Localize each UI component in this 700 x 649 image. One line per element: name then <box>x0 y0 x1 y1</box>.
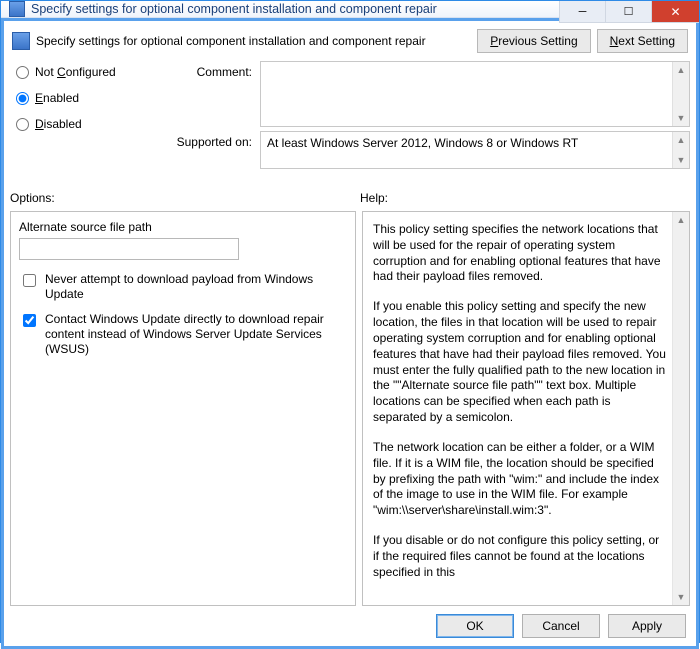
scroll-down-icon[interactable]: ▼ <box>673 589 689 605</box>
alt-path-label: Alternate source file path <box>19 220 347 234</box>
state-radio-group: Not Configured Enabled Disabled <box>10 61 160 173</box>
supported-row: Supported on: At least Windows Server 20… <box>160 131 690 169</box>
dialog-buttons: OK Cancel Apply <box>10 606 690 640</box>
window-title: Specify settings for optional component … <box>31 2 437 16</box>
help-header: Help: <box>360 191 388 205</box>
options-header: Options: <box>10 191 360 205</box>
radio-enabled[interactable]: Enabled <box>16 91 160 105</box>
scrollbar[interactable]: ▲ ▼ <box>672 132 689 168</box>
minimize-button[interactable] <box>559 1 605 23</box>
scrollbar[interactable]: ▲ ▼ <box>672 62 689 126</box>
client-area: Specify settings for optional component … <box>1 18 699 649</box>
scroll-down-icon[interactable]: ▼ <box>673 152 689 168</box>
wsus-bypass-label: Contact Windows Update directly to downl… <box>45 312 347 357</box>
label-text: ext Setting <box>618 34 675 48</box>
meta-right: Comment: ▲ ▼ Supported on: At least Wind… <box>160 61 690 173</box>
window-controls <box>559 1 699 23</box>
wsus-bypass-checkbox[interactable] <box>23 314 36 327</box>
ok-button[interactable]: OK <box>436 614 514 638</box>
supported-on-text: At least Windows Server 2012, Windows 8 … <box>260 131 690 169</box>
supported-value: At least Windows Server 2012, Windows 8 … <box>267 136 578 150</box>
mnemonic: N <box>610 34 619 48</box>
supported-label: Supported on: <box>160 131 252 149</box>
never-download-checkbox[interactable] <box>23 274 36 287</box>
radio-input[interactable] <box>16 118 29 131</box>
policy-icon <box>12 32 30 50</box>
config-row: Not Configured Enabled Disabled Comment:… <box>10 61 690 173</box>
apply-button[interactable]: Apply <box>608 614 686 638</box>
panels: Alternate source file path Never attempt… <box>10 211 690 606</box>
header-strip: Specify settings for optional component … <box>10 27 690 61</box>
dialog-window: Specify settings for optional component … <box>0 0 700 643</box>
previous-setting-button[interactable]: Previous Setting <box>477 29 590 53</box>
scroll-down-icon[interactable]: ▼ <box>673 110 689 126</box>
help-paragraph: The network location can be either a fol… <box>373 440 667 519</box>
radio-disabled[interactable]: Disabled <box>16 117 160 131</box>
cancel-button[interactable]: Cancel <box>522 614 600 638</box>
maximize-button[interactable] <box>605 1 651 23</box>
scroll-up-icon[interactable]: ▲ <box>673 62 689 78</box>
close-button[interactable] <box>651 1 699 23</box>
options-panel: Alternate source file path Never attempt… <box>10 211 356 606</box>
help-text: This policy setting specifies the networ… <box>373 222 667 581</box>
alt-path-input[interactable] <box>19 238 239 260</box>
next-setting-button[interactable]: Next Setting <box>597 29 688 53</box>
help-paragraph: If you disable or do not configure this … <box>373 533 667 580</box>
radio-not-configured[interactable]: Not Configured <box>16 65 160 79</box>
titlebar[interactable]: Specify settings for optional component … <box>1 1 699 18</box>
help-paragraph: This policy setting specifies the networ… <box>373 222 667 285</box>
radio-input[interactable] <box>16 66 29 79</box>
panel-headers: Options: Help: <box>10 191 690 205</box>
scroll-up-icon[interactable]: ▲ <box>673 132 689 148</box>
label-text: revious Setting <box>498 34 577 48</box>
comment-textarea[interactable]: ▲ ▼ <box>260 61 690 127</box>
help-panel: This policy setting specifies the networ… <box>362 211 690 606</box>
never-download-label: Never attempt to download payload from W… <box>45 272 347 302</box>
help-paragraph: If you enable this policy setting and sp… <box>373 299 667 426</box>
scroll-up-icon[interactable]: ▲ <box>673 212 689 228</box>
comment-label: Comment: <box>160 61 252 79</box>
radio-input[interactable] <box>16 92 29 105</box>
comment-row: Comment: ▲ ▼ <box>160 61 690 127</box>
policy-icon <box>9 1 25 17</box>
policy-subtitle: Specify settings for optional component … <box>36 34 471 48</box>
scrollbar[interactable]: ▲ ▼ <box>672 212 689 605</box>
